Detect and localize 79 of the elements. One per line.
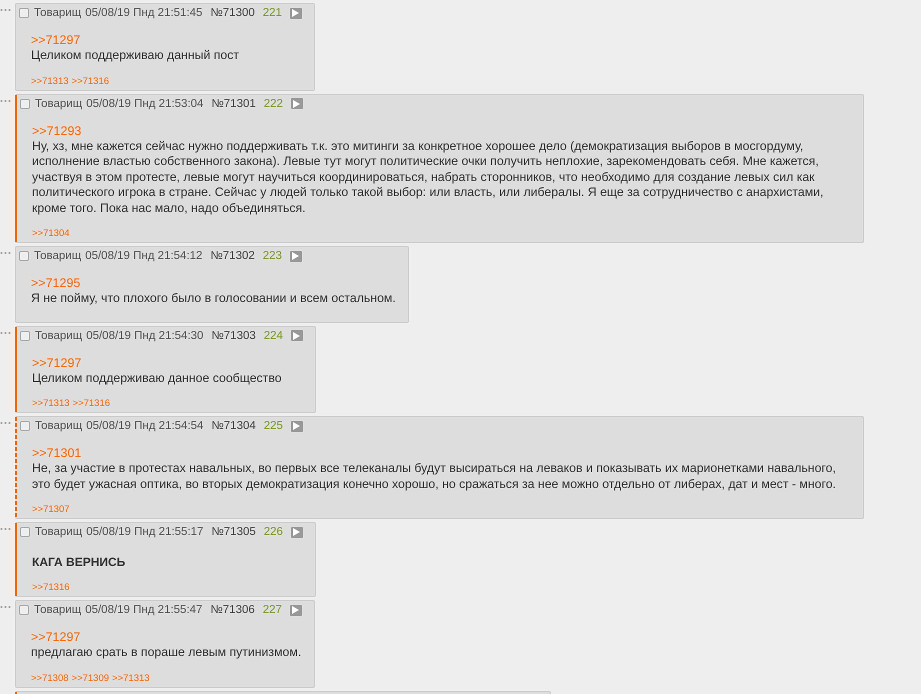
post-checkbox[interactable]: [19, 605, 29, 615]
dots-icon: [0, 421, 12, 425]
reply-link[interactable]: >>71313: [31, 76, 69, 86]
post-text: Ну, хз, мне кажется сейчас нужно поддерживать т.к. это митинги за конкретное хорошее дело (демократизация выборов в мосгордуму, исполнение властью собственного закона). Левые тут могут политические очки получить неплохие, зарекомендовать себя. Мне кажется, участвуя в этом протесте, левые могут научиться координироваться, набрать сторонников, что необходимо для создание левых сил как политического игрока в стране. Сейчас у людей только такой выбор: или власть, или либералы. Я еще за сотрудничество с анархистами, кроме того. Пока нас мало, надо объединяться.: [32, 138, 824, 216]
reply-link[interactable]: >>71316: [72, 76, 110, 86]
quote-link[interactable]: >>71297: [31, 630, 302, 645]
post-checkbox[interactable]: [19, 8, 29, 18]
post-checkbox[interactable]: [19, 251, 29, 261]
reply-link[interactable]: >>71316: [32, 582, 70, 593]
post-checkbox[interactable]: [20, 330, 30, 340]
reply-link[interactable]: >>71307: [32, 504, 70, 515]
quote-link[interactable]: >>71293: [32, 124, 851, 138]
post-number[interactable]: №71306: [210, 604, 255, 616]
poster-name: Товарищ: [34, 250, 82, 262]
play-icon: [293, 528, 300, 536]
dots-icon: [0, 98, 12, 102]
play-icon: [292, 9, 300, 17]
expand-button[interactable]: [290, 526, 303, 538]
post-number[interactable]: №71302: [210, 250, 255, 262]
post-date: 05/08/19 Пнд 21:54:30: [86, 330, 204, 342]
play-icon: [293, 332, 300, 340]
post-count: 224: [264, 330, 283, 342]
post-number[interactable]: №71305: [211, 526, 256, 538]
post-number[interactable]: №71303: [211, 330, 256, 342]
poster-name: Товарищ: [35, 526, 82, 538]
reply-link[interactable]: >>71309: [72, 672, 110, 684]
dots-icon: [0, 8, 12, 12]
poster-name: Товарищ: [35, 330, 82, 342]
post-date: 05/08/19 Пнд 21:53:04: [86, 98, 204, 110]
post-count: 222: [264, 98, 283, 110]
poster-name: Товарищ: [34, 604, 82, 616]
post-text: Я не пойму, что плохого было в голосовании и всем остальном.: [31, 291, 396, 306]
reply-link[interactable]: >>71316: [72, 398, 110, 409]
poster-name: Товарищ: [34, 7, 82, 19]
reply-link[interactable]: >>71313: [32, 398, 70, 409]
post-text: Не, за участие в протестах навальных, во первых все телеканалы будут высираться на леваков и показывать их марионетками навального, это будет ужасная оптика, во вторых демократизация конечно хорошо, но сражаться за нее можно отдельно от либерах, дат и мест - много.: [32, 461, 837, 492]
post-checkbox[interactable]: [20, 527, 30, 537]
dots-icon: [0, 251, 12, 255]
play-icon: [292, 606, 300, 614]
expand-button[interactable]: [290, 420, 303, 432]
post-text: Целиком поддерживаю данное сообщество: [32, 370, 283, 386]
post-number[interactable]: №71301: [211, 98, 256, 110]
post-number[interactable]: №71304: [211, 420, 256, 432]
dots-icon: [0, 527, 12, 531]
post-date: 05/08/19 Пнд 21:54:12: [85, 250, 202, 262]
reply-link[interactable]: >>71313: [112, 672, 150, 684]
play-icon: [293, 100, 300, 108]
play-icon: [293, 422, 300, 430]
expand-button[interactable]: [290, 8, 302, 18]
post-count: 227: [262, 604, 282, 616]
dots-icon: [0, 330, 12, 334]
post-text: предлагаю срать в пораше левым путинизмом.: [31, 645, 302, 660]
expand-button[interactable]: [290, 330, 303, 341]
expand-button[interactable]: [290, 98, 303, 109]
expand-button[interactable]: [290, 250, 302, 262]
play-icon: [292, 252, 300, 260]
post-date: 05/08/19 Пнд 21:55:47: [85, 604, 202, 616]
post-checkbox[interactable]: [20, 421, 30, 431]
quote-link[interactable]: >>71301: [32, 446, 851, 461]
expand-button[interactable]: [290, 604, 302, 616]
post-date: 05/08/19 Пнд 21:54:54: [86, 420, 204, 432]
post-text: КАГА ВЕРНИСЬ: [32, 554, 126, 570]
poster-name: Товарищ: [35, 98, 82, 110]
post-count: 223: [262, 250, 282, 262]
post-date: 05/08/19 Пнд 21:55:17: [86, 526, 204, 538]
quote-link[interactable]: >>71295: [31, 276, 396, 291]
post-checkbox[interactable]: [20, 98, 30, 108]
post-count: 225: [264, 420, 283, 432]
quote-link[interactable]: >>71297: [31, 33, 302, 48]
post-count: 221: [262, 7, 282, 19]
quote-link[interactable]: >>71297: [32, 356, 303, 370]
post-number[interactable]: №71300: [210, 7, 255, 19]
post-count: 226: [264, 526, 283, 538]
poster-name: Товарищ: [35, 420, 82, 432]
dots-icon: [0, 605, 12, 609]
post-text: Целиком поддерживаю данный пост: [31, 48, 240, 64]
reply-link[interactable]: >>71304: [32, 228, 70, 239]
post-date: 05/08/19 Пнд 21:51:45: [85, 7, 202, 19]
reply-link[interactable]: >>71308: [31, 672, 69, 684]
